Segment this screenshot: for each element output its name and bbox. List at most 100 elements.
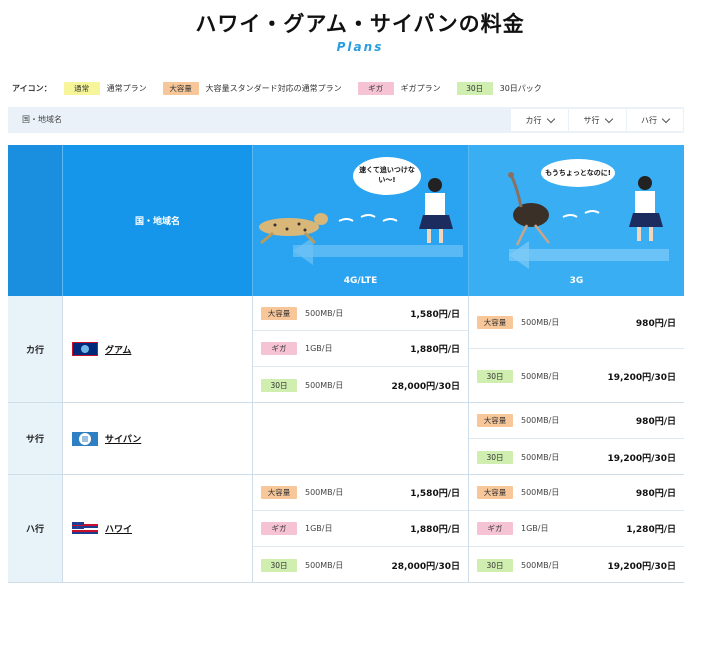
plan-tag-giga: ギガ — [261, 342, 297, 355]
plan-price: 980円/日 — [635, 417, 676, 427]
plan-quantity: 500MB/日 — [521, 416, 560, 425]
filter-dropdown-label: カ行 — [525, 115, 542, 125]
plan-price: 1,280円/日 — [626, 525, 676, 535]
legend-text-normal: 通常プラン — [106, 83, 147, 93]
plan-price: 980円/日 — [635, 489, 676, 499]
region-cell-guam: グアム — [62, 296, 252, 403]
header-lte-label: 4G/LTE — [343, 276, 378, 286]
plan-tag-30day: 30日 — [477, 450, 513, 464]
region-link-saipan[interactable]: サイパン — [105, 432, 141, 445]
filter-dropdown-sa[interactable]: サ行 — [569, 109, 626, 131]
plan-quantity: 500MB/日 — [521, 560, 560, 570]
header-3g-label: 3G — [569, 276, 584, 286]
plan-row: 30日 500MB/日 28,000円/30日 — [253, 367, 468, 403]
hawaii-flag-icon — [72, 521, 98, 536]
legend-text-giga: ギガプラン — [400, 83, 441, 93]
filter-label: 国・地域名 — [22, 115, 62, 124]
filter-dropdown-ka[interactable]: カ行 — [511, 109, 568, 131]
plan-row: 大容量 500MB/日 980円/日 — [469, 296, 684, 349]
plan-tag-30day: 30日 — [477, 558, 513, 572]
plan-tag-giga: ギガ — [261, 522, 297, 535]
region-cell-hawaii: ハワイ — [62, 475, 252, 583]
3g-plans-saipan: 大容量 500MB/日 980円/日 30日 500MB/日 19,200円/3… — [468, 403, 684, 475]
plan-tag-large: 大容量 — [261, 486, 297, 499]
plan-tag-30day: 30日 — [477, 369, 513, 383]
lte-plans-guam: 大容量 500MB/日 1,580円/日 ギガ 1GB/日 1,880円/日 3… — [252, 296, 468, 403]
legend-text-30day: 30日パック — [499, 83, 542, 93]
header-gyo-cell — [8, 145, 62, 296]
plan-price: 19,200円/30日 — [607, 453, 676, 464]
icon-legend: アイコン： 通常 通常プラン 大容量 大容量スタンダード対応の通常プラン ギガ … — [12, 81, 558, 95]
plan-tag-large: 大容量 — [477, 315, 513, 329]
plan-row: 大容量 500MB/日 1,580円/日 — [253, 296, 468, 331]
plan-price: 1,580円/日 — [410, 489, 460, 499]
chevron-down-icon — [604, 114, 613, 123]
plan-quantity: 500MB/日 — [521, 317, 560, 327]
price-table: 国・地域名 速くて追いつけない〜! 4G/LTE もうちょっとなのに! 3G カ… — [8, 145, 684, 583]
speech-bubble-3g: もうちょっとなのに! — [541, 159, 615, 187]
plan-price: 1,880円/日 — [410, 525, 460, 535]
legend-tag-30day: 30日 — [456, 81, 493, 95]
lte-plans-hawaii: 大容量 500MB/日 1,580円/日 ギガ 1GB/日 1,880円/日 3… — [252, 475, 468, 583]
row-gyo-ha: ハ行 — [8, 475, 62, 583]
plan-row: 大容量 500MB/日 1,580円/日 — [253, 475, 468, 511]
plan-tag-30day: 30日 — [261, 378, 297, 392]
plan-row: ギガ 1GB/日 1,880円/日 — [253, 331, 468, 367]
header-3g: もうちょっとなのに! 3G — [468, 145, 684, 296]
region-link-hawaii[interactable]: ハワイ — [105, 522, 132, 535]
plan-row: ギガ 1GB/日 1,880円/日 — [253, 511, 468, 547]
plan-quantity: 500MB/日 — [305, 380, 344, 390]
plan-row: ギガ 1GB/日 1,280円/日 — [469, 511, 684, 547]
plan-row: 30日 500MB/日 19,200円/30日 — [469, 439, 684, 475]
row-gyo-sa: サ行 — [8, 403, 62, 475]
plan-quantity: 1GB/日 — [305, 524, 333, 533]
plan-quantity: 500MB/日 — [521, 488, 560, 497]
page-title: ハワイ・グアム・サイパンの料金 — [195, 12, 525, 36]
filter-dropdown-label: ハ行 — [641, 115, 657, 125]
plan-quantity: 500MB/日 — [521, 371, 560, 381]
filter-dropdown-ha[interactable]: ハ行 — [627, 109, 683, 131]
plan-price: 28,000円/30日 — [391, 561, 460, 572]
legend-tag-normal: 通常 — [63, 81, 100, 95]
plan-quantity: 500MB/日 — [305, 308, 344, 318]
legend-text-large: 大容量スタンダード対応の通常プラン — [205, 83, 342, 93]
plan-price: 28,000円/30日 — [391, 381, 460, 392]
lte-plans-saipan — [252, 403, 468, 475]
chevron-down-icon — [546, 114, 555, 123]
plan-row: 30日 500MB/日 19,200円/30日 — [469, 349, 684, 403]
plan-price: 19,200円/30日 — [607, 561, 676, 572]
region-filter-bar: 国・地域名 カ行 サ行 ハ行 — [8, 107, 684, 133]
plan-tag-large: 大容量 — [477, 486, 513, 499]
plan-quantity: 500MB/日 — [305, 560, 344, 570]
region-cell-saipan: サイパン — [62, 403, 252, 475]
header-region: 国・地域名 — [62, 145, 252, 296]
filter-dropdown-label: サ行 — [583, 115, 600, 125]
plan-tag-giga: ギガ — [477, 522, 513, 535]
plan-price: 1,580円/日 — [410, 309, 460, 320]
plan-price: 1,880円/日 — [410, 345, 460, 355]
plan-row: 大容量 500MB/日 980円/日 — [469, 475, 684, 511]
plan-price: 980円/日 — [635, 318, 676, 329]
saipan-flag-icon — [72, 431, 98, 446]
region-link-guam[interactable]: グアム — [105, 343, 131, 356]
page-subtitle: Plans — [336, 40, 384, 54]
plan-tag-large: 大容量 — [261, 306, 297, 320]
plan-row: 30日 500MB/日 28,000円/30日 — [253, 547, 468, 583]
header-lte: 速くて追いつけない〜! 4G/LTE — [252, 145, 468, 296]
legend-label: アイコン： — [12, 83, 52, 93]
chevron-down-icon — [661, 114, 671, 123]
plan-quantity: 1GB/日 — [305, 344, 333, 353]
plan-row: 30日 500MB/日 19,200円/30日 — [469, 547, 684, 583]
3g-plans-guam: 大容量 500MB/日 980円/日 30日 500MB/日 19,200円/3… — [468, 296, 684, 403]
plan-quantity: 500MB/日 — [305, 488, 344, 497]
plan-price: 19,200円/30日 — [607, 372, 676, 383]
legend-tag-large: 大容量 — [162, 81, 199, 95]
plan-row: 大容量 500MB/日 980円/日 — [469, 403, 684, 439]
plan-tag-30day: 30日 — [261, 558, 297, 572]
plan-quantity: 500MB/日 — [521, 452, 560, 462]
plan-quantity: 1GB/日 — [521, 524, 549, 533]
plan-tag-large: 大容量 — [477, 414, 513, 427]
speech-bubble-lte: 速くて追いつけない〜! — [353, 157, 421, 195]
3g-plans-hawaii: 大容量 500MB/日 980円/日 ギガ 1GB/日 1,280円/日 30日… — [468, 475, 684, 583]
guam-flag-icon — [72, 342, 98, 356]
